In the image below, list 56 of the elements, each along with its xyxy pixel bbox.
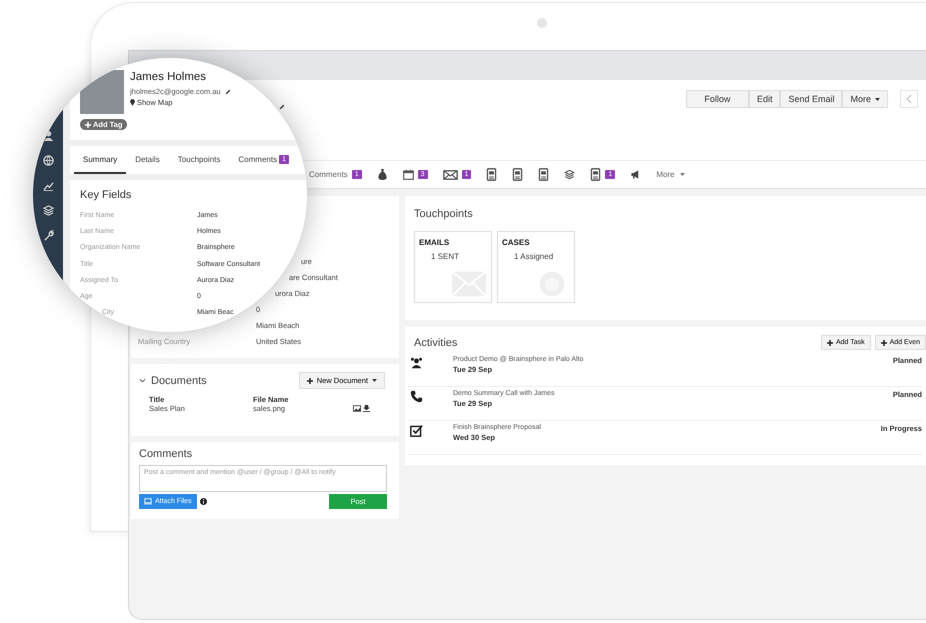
plus-icon — [85, 122, 91, 128]
caret-icon — [372, 379, 377, 382]
people-icon — [410, 356, 423, 369]
section-title: Activities — [414, 336, 458, 348]
money-bag-icon[interactable] — [376, 168, 388, 181]
tile-caption: SENT — [438, 252, 460, 261]
tile-count: 1 — [514, 252, 518, 261]
wrench-icon[interactable] — [42, 230, 54, 241]
profile-tab[interactable]: Touchpoints — [168, 146, 230, 174]
map-pin-icon — [130, 99, 135, 106]
touchpoint-tile[interactable]: CASES 1 Assigned — [497, 231, 575, 303]
header-button[interactable]: Follow — [686, 90, 749, 108]
chevron-left-icon — [906, 94, 912, 104]
section-title: Key Fields — [80, 189, 132, 201]
tile-title: EMAILS — [419, 238, 450, 247]
touchpoint-tile[interactable]: EMAILS 1 SENT — [414, 231, 492, 303]
caret-icon — [875, 98, 880, 100]
download-icon[interactable] — [363, 405, 370, 412]
tile-count: 1 — [431, 252, 436, 261]
contact-name: James Holmes — [130, 71, 208, 83]
section-title: Touchpoints — [414, 208, 473, 220]
more-menu[interactable]: More — [656, 170, 685, 179]
envelope-icon[interactable] — [442, 170, 458, 180]
person-icon[interactable] — [42, 130, 54, 141]
chevron-down-icon[interactable] — [139, 378, 146, 383]
document-icon[interactable] — [486, 168, 498, 181]
calendar-icon[interactable] — [402, 168, 414, 181]
toolbar-tab[interactable]: Comments — [309, 170, 348, 179]
monitor-icon — [144, 498, 152, 505]
camera-dot — [537, 18, 547, 28]
image-icon[interactable] — [353, 405, 361, 412]
section-title: Documents — [151, 374, 207, 386]
plus-icon — [826, 340, 833, 346]
plus-icon — [880, 340, 887, 346]
profile-tab[interactable]: Summary — [74, 146, 126, 174]
globe-icon[interactable] — [42, 155, 54, 166]
pencil-icon[interactable] — [224, 88, 231, 94]
photo-placeholder — [80, 70, 124, 114]
caret-icon — [680, 173, 685, 176]
pencil-icon[interactable] — [279, 104, 285, 110]
document-icon[interactable] — [512, 168, 524, 181]
section-title: Comments — [139, 448, 194, 460]
profile-tab[interactable]: Details — [126, 146, 169, 174]
tile-title: CASES — [502, 238, 531, 247]
tile-caption: Assigned — [520, 252, 554, 261]
info-icon[interactable] — [200, 498, 207, 505]
plus-icon — [306, 378, 313, 384]
document-icon[interactable] — [590, 168, 602, 181]
chart-icon[interactable] — [42, 180, 54, 191]
checkbox-icon — [410, 424, 423, 437]
header-button[interactable]: Edit — [748, 90, 780, 108]
phone-icon — [410, 390, 423, 403]
megaphone-icon[interactable] — [630, 168, 642, 181]
header-button[interactable]: More — [842, 90, 888, 108]
document-icon[interactable] — [538, 168, 550, 181]
header-button[interactable]: Send Email — [780, 90, 842, 108]
